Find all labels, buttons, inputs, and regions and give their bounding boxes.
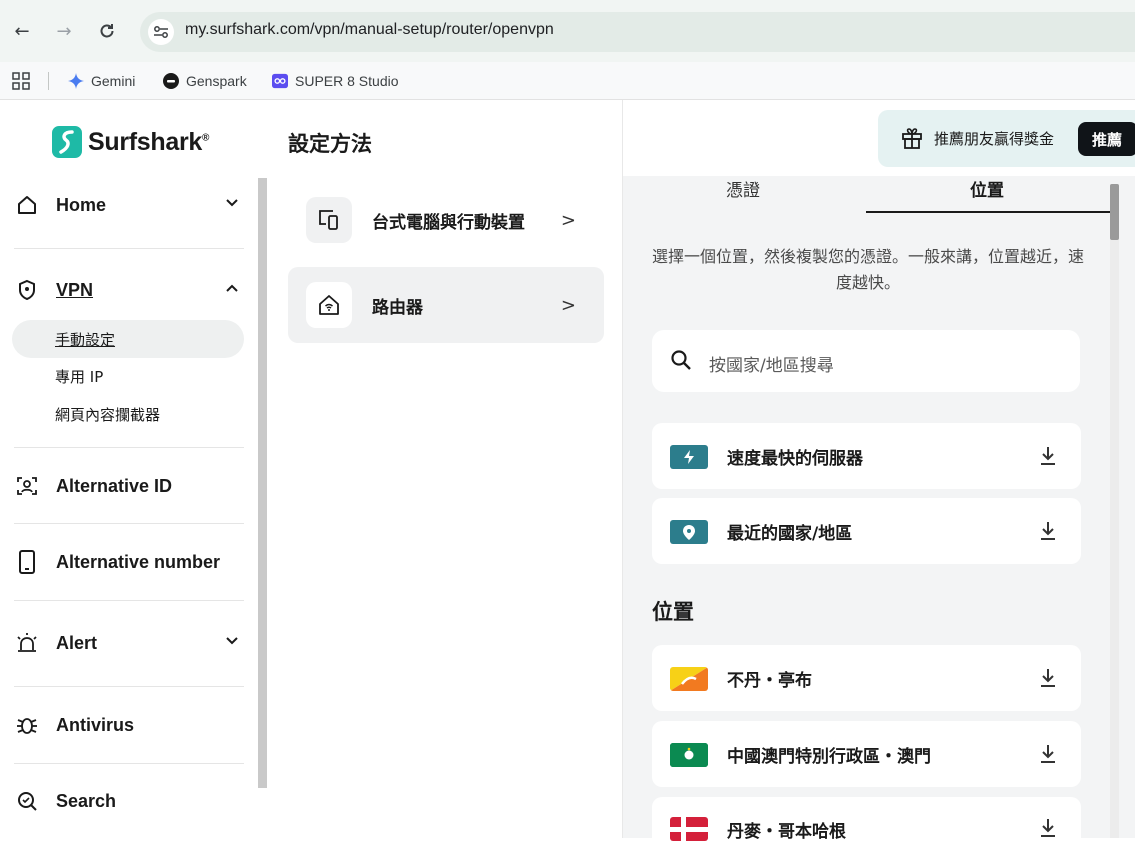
sidebar-divider: [14, 600, 244, 601]
sidebar-divider: [14, 447, 244, 448]
apps-grid-icon: [12, 72, 30, 90]
denmark-flag: [670, 817, 708, 841]
sidebar-item-antivirus[interactable]: Antivirus: [14, 705, 246, 745]
sidebar-label-search: Search: [56, 790, 117, 811]
chevron-right-icon: >: [560, 209, 576, 231]
search-placeholder: 按國家/地區搜尋: [709, 356, 834, 376]
brand-name: Surfshark: [88, 127, 203, 156]
gift-icon: [900, 126, 924, 154]
sidebar-divider: [14, 763, 244, 764]
bookmark-separator: [48, 72, 49, 90]
sidebar-label-vpn: VPN: [56, 279, 94, 300]
refer-button[interactable]: 推薦: [1078, 122, 1135, 156]
tab-credentials[interactable]: 憑證: [726, 176, 760, 201]
sidebar-scrollbar[interactable]: [258, 178, 267, 788]
nearest-country-label: 最近的國家/地區: [727, 524, 853, 544]
locations-section-title: 位置: [652, 600, 694, 624]
location-item-denmark[interactable]: 丹麥・哥本哈根: [652, 797, 1081, 857]
back-button[interactable]: ←: [10, 19, 34, 43]
sidebar-subitem-content-blocker[interactable]: 網頁內容攔截器: [55, 404, 160, 425]
forward-button[interactable]: →: [52, 19, 76, 43]
setup-method-title: 設定方法: [288, 132, 372, 156]
reload-button[interactable]: [95, 19, 119, 43]
location-label: 丹麥・哥本哈根: [727, 822, 846, 842]
sidebar-item-alternative-number[interactable]: Alternative number: [14, 542, 246, 582]
sidebar-divider: [14, 686, 244, 687]
sidebar-label-alternative-id: Alternative ID: [56, 475, 173, 496]
sidebar-item-vpn[interactable]: VPN: [14, 270, 246, 310]
option-desktop-mobile[interactable]: 台式電腦與行動裝置 >: [288, 182, 604, 258]
location-pin-icon: [670, 520, 708, 544]
nearest-country-card[interactable]: 最近的國家/地區: [652, 498, 1081, 564]
sidebar-label-antivirus: Antivirus: [56, 714, 135, 735]
site-settings-icon[interactable]: [148, 19, 174, 45]
refer-text: 推薦朋友贏得獎金: [934, 130, 1055, 148]
sidebar-item-alert[interactable]: Alert: [14, 623, 246, 663]
chevron-down-icon: [224, 633, 240, 653]
location-label: 不丹・亭布: [727, 671, 812, 691]
option-label-router: 路由器: [372, 297, 423, 318]
option-router[interactable]: 路由器 >: [288, 267, 604, 343]
download-icon[interactable]: [1038, 667, 1058, 693]
genspark-icon: [163, 73, 179, 89]
sidebar-divider: [14, 523, 244, 524]
sidebar-subitem-active-bg: [12, 320, 244, 358]
refer-friend-banner[interactable]: 推薦朋友贏得獎金 推薦: [878, 110, 1135, 167]
sidebar-label-alternative-number: Alternative number: [56, 551, 221, 572]
devices-icon: [306, 197, 352, 243]
tab-locations[interactable]: 位置: [970, 176, 1004, 201]
macau-flag: [670, 743, 708, 767]
bhutan-flag: [670, 667, 708, 691]
fastest-server-label: 速度最快的伺服器: [727, 449, 863, 469]
super8-icon: [272, 73, 288, 89]
location-label: 中國澳門特別行政區・澳門: [727, 747, 931, 767]
search-icon: [670, 349, 692, 375]
gemini-icon: [68, 73, 84, 89]
apps-button[interactable]: [12, 70, 30, 92]
alarm-icon: [14, 630, 40, 656]
location-item-bhutan[interactable]: 不丹・亭布: [652, 645, 1081, 711]
surfshark-logo[interactable]: Surfshark®: [52, 122, 209, 162]
sidebar-subitem-manual-setup[interactable]: 手動設定: [55, 329, 115, 350]
active-tab-indicator: [866, 211, 1110, 213]
bug-icon: [14, 712, 40, 738]
instructions-text: 選擇一個位置，然後複製您的憑證。一般來講，位置越近，速度越快。: [651, 247, 1084, 292]
lightning-icon: [670, 445, 708, 469]
bookmark-super8[interactable]: SUPER 8 Studio: [272, 70, 399, 92]
router-home-icon: [306, 282, 352, 328]
home-icon: [14, 192, 40, 218]
sidebar-divider: [14, 248, 244, 249]
sidebar-label-home: Home: [56, 194, 107, 215]
sidebar-subitem-dedicated-ip[interactable]: 專用 IP: [55, 366, 103, 387]
face-scan-icon: [14, 473, 40, 499]
option-label-desktop-mobile: 台式電腦與行動裝置: [372, 212, 525, 233]
chevron-up-icon: [224, 280, 240, 300]
location-scrollbar-thumb[interactable]: [1110, 184, 1119, 240]
chevron-right-icon: >: [560, 294, 576, 316]
shield-icon: [14, 277, 40, 303]
sidebar-item-home[interactable]: Home: [14, 185, 246, 225]
phone-icon: [14, 549, 40, 575]
country-search-input[interactable]: 按國家/地區搜尋: [652, 330, 1080, 392]
sidebar-item-alternative-id[interactable]: Alternative ID: [14, 466, 246, 506]
bookmark-gemini[interactable]: Gemini: [68, 70, 135, 92]
url-text: my.surfshark.com/vpn/manual-setup/router…: [185, 21, 554, 38]
download-icon[interactable]: [1038, 445, 1058, 471]
chevron-down-icon: [224, 195, 240, 215]
sidebar-label-alert: Alert: [56, 632, 98, 653]
location-item-macau[interactable]: 中國澳門特別行政區・澳門: [652, 721, 1081, 787]
location-scrollbar[interactable]: [1110, 184, 1119, 838]
download-icon[interactable]: [1038, 520, 1058, 546]
bookmark-genspark[interactable]: Genspark: [163, 70, 247, 92]
brand-reg: ®: [202, 132, 210, 144]
surfshark-logo-icon: [52, 126, 82, 158]
sidebar-item-search[interactable]: Search: [14, 781, 246, 821]
fastest-server-card[interactable]: 速度最快的伺服器: [652, 423, 1081, 489]
download-icon[interactable]: [1038, 743, 1058, 769]
download-icon[interactable]: [1038, 817, 1058, 843]
reload-icon: [100, 24, 114, 38]
search-shield-icon: [14, 788, 40, 814]
